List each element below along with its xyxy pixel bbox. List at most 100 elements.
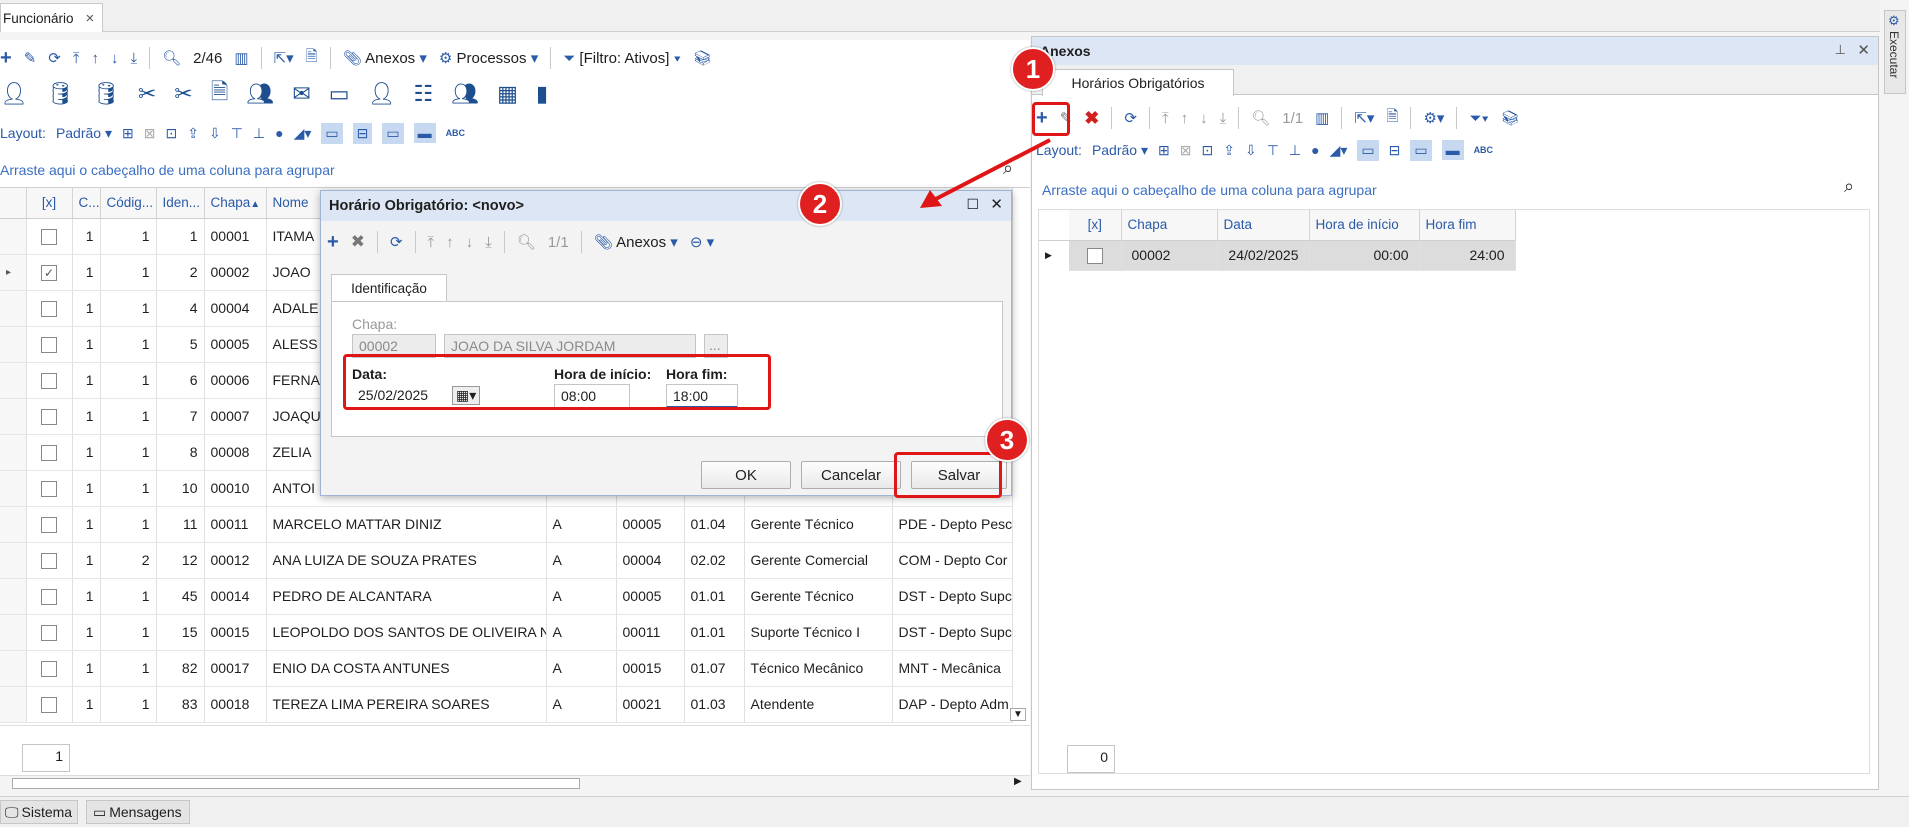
options-icon[interactable]: ⊖ ▾ — [690, 233, 714, 251]
prev-record-icon[interactable]: ↑ — [91, 50, 99, 67]
row-checkbox[interactable] — [26, 614, 73, 651]
table-row[interactable]: 1 1 45 00014 PEDRO DE ALCANTARA A 00005 01.01 Ge… — [0, 578, 1013, 615]
last-record-icon[interactable]: ⤓ — [485, 234, 492, 251]
first-record-icon[interactable]: ⤒ — [1162, 110, 1169, 127]
last-record-icon[interactable]: ⤓ — [130, 50, 137, 67]
table-row[interactable]: 1 2 12 00012 ANA LUIZA DE SOUZA PRATES A 00004… — [0, 542, 1013, 579]
row-checkbox[interactable] — [26, 506, 73, 543]
checkbox[interactable] — [41, 228, 57, 245]
tools-settings-icon[interactable]: ✂ — [174, 81, 192, 107]
delete-icon[interactable]: ✖ — [1084, 108, 1099, 129]
horizontal-scrollbar[interactable]: ▶ — [0, 775, 1030, 791]
books-icon[interactable]: 📚︎ — [693, 49, 712, 67]
scroll-right-icon[interactable]: ▶ — [1014, 776, 1022, 787]
database-user-icon[interactable]: 🛢︎ — [92, 81, 120, 107]
table-row[interactable]: 1 1 15 00015 LEOPOLDO DOS SANTOS DE OLIVEIRA… — [0, 614, 1013, 651]
checkbox[interactable] — [41, 372, 57, 389]
view-bottom-icon[interactable]: ▭ — [1357, 139, 1379, 161]
delete-icon[interactable]: ✖ — [351, 232, 365, 252]
tab-funcionario[interactable]: Funcionário × — [0, 3, 103, 32]
row-checkbox[interactable] — [26, 362, 73, 399]
anexos-button[interactable]: 📎︎ Anexos ▾ — [343, 49, 427, 67]
search-icon[interactable]: 🔍︎ — [1251, 109, 1270, 127]
chart-icon[interactable]: ◢▾ — [1330, 142, 1348, 159]
row-checkbox[interactable] — [26, 398, 73, 435]
chart-icon[interactable]: ◢▾ — [294, 125, 312, 142]
remove-layout-icon[interactable]: ⊠ — [144, 125, 156, 142]
document-icon[interactable]: 🗎 — [1386, 106, 1398, 131]
scroll-down-icon[interactable]: ▼ — [1010, 708, 1026, 721]
last-record-icon[interactable]: ⤓ — [1220, 110, 1227, 127]
pin-icon[interactable]: ⊤ — [1267, 142, 1279, 159]
row-checkbox[interactable] — [26, 686, 73, 723]
tab-horarios-obrigatorios[interactable]: Horários Obrigatórios — [1042, 69, 1234, 96]
edit-icon[interactable]: ✎ — [24, 49, 37, 67]
table-row[interactable]: 1 1 83 00018 TEREZA LIMA PEREIRA SOARES A 0002… — [0, 686, 1013, 723]
prev-record-icon[interactable]: ↑ — [1181, 110, 1189, 127]
report-user-icon[interactable]: 🗎 — [211, 75, 229, 113]
view-top-icon[interactable]: ▭ — [1410, 139, 1432, 161]
grid-header-identificador[interactable]: Iden... — [156, 188, 205, 219]
add-layout-icon[interactable]: ⊞ — [122, 125, 134, 142]
grid-header-coligada[interactable]: C... — [72, 188, 101, 219]
users-settings-icon[interactable]: 👥︎ — [451, 81, 479, 107]
book-icon[interactable]: ▮ — [536, 81, 548, 107]
upload-icon[interactable]: ⇪ — [1223, 142, 1235, 159]
row-checkbox[interactable] — [26, 218, 73, 255]
user-remove-icon[interactable]: 👤︎ — [0, 81, 28, 107]
table-row[interactable]: ▶ 00002 24/02/2025 00:00 24:00 — [1039, 240, 1516, 271]
checkbox[interactable] — [41, 624, 57, 641]
refresh-icon[interactable]: ⟳ — [1124, 109, 1137, 127]
checkbox[interactable] — [41, 480, 57, 497]
checkbox[interactable] — [41, 660, 57, 677]
layout-select[interactable]: Padrão ▾ — [56, 125, 112, 142]
filter-button[interactable]: ⏷ [Filtro: Ativos] ▾ — [563, 50, 681, 67]
ok-button[interactable]: OK — [701, 461, 791, 489]
row-checkbox[interactable] — [26, 434, 73, 471]
row-checkbox[interactable] — [26, 650, 73, 687]
color-icon[interactable]: ● — [275, 125, 283, 141]
view-full-icon[interactable]: ▬ — [1441, 140, 1464, 160]
grid-header-chapa[interactable]: Chapa — [1121, 210, 1218, 241]
grid-header-data[interactable]: Data — [1217, 210, 1310, 241]
row-checkbox[interactable] — [1069, 240, 1122, 271]
tab-identificacao[interactable]: Identificação — [331, 274, 447, 302]
remove-layout-icon[interactable]: ⊠ — [1180, 142, 1192, 159]
first-record-icon[interactable]: ⤒ — [428, 234, 435, 251]
grid-header-codigo[interactable]: Códig... — [100, 188, 157, 219]
upload-icon[interactable]: ⇪ — [187, 125, 199, 142]
checkbox[interactable] — [41, 696, 57, 713]
next-record-icon[interactable]: ↓ — [1200, 110, 1208, 127]
columns-icon[interactable]: ▥ — [234, 49, 248, 67]
mensagens-tab[interactable]: ▭ Mensagens — [86, 800, 190, 824]
gear-icon[interactable]: ⚙▾ — [1423, 109, 1444, 127]
sistema-tab[interactable]: 🖵 Sistema — [0, 800, 78, 824]
spellcheck-icon[interactable]: ABC — [446, 128, 466, 138]
row-checkbox[interactable] — [26, 326, 73, 363]
executar-side-tab[interactable]: ⚙ Executar — [1884, 10, 1906, 94]
export-icon[interactable]: ⇱▾ — [274, 49, 294, 67]
view-bottom-icon[interactable]: ▭ — [321, 122, 343, 144]
mail-icon[interactable]: ✉ — [292, 81, 310, 107]
cancelar-button[interactable]: Cancelar — [801, 461, 901, 489]
checkbox[interactable] — [41, 552, 57, 569]
refresh-icon[interactable]: ⟳ — [390, 233, 403, 251]
user-list-icon[interactable]: ☷ — [414, 81, 434, 107]
scrollbar-thumb[interactable] — [12, 778, 580, 789]
processos-button[interactable]: ⚙ Processos ▾ — [439, 49, 538, 67]
filter-icon[interactable]: ⏷▾ — [1469, 110, 1488, 127]
pin-down-icon[interactable]: ⊥ — [253, 125, 265, 142]
pin-icon[interactable]: ⊥ — [1835, 42, 1846, 58]
row-checkbox[interactable] — [26, 542, 73, 579]
table-row[interactable]: 1 1 11 00011 MARCELO MATTAR DINIZ A 00005 01.04… — [0, 506, 1013, 543]
row-checkbox[interactable] — [26, 290, 73, 327]
search-icon[interactable]: ⌕ — [1844, 176, 1854, 197]
view-top-icon[interactable]: ▭ — [382, 122, 404, 144]
download-icon[interactable]: ⇩ — [1245, 142, 1257, 159]
color-icon[interactable]: ● — [1311, 142, 1319, 158]
calculator-icon[interactable]: ▦ — [497, 81, 518, 107]
checkbox[interactable]: ✓ — [41, 264, 57, 281]
document-icon[interactable]: 🗎 — [306, 46, 318, 71]
spellcheck-icon[interactable]: ABC — [1474, 145, 1494, 155]
checkbox[interactable] — [41, 444, 57, 461]
